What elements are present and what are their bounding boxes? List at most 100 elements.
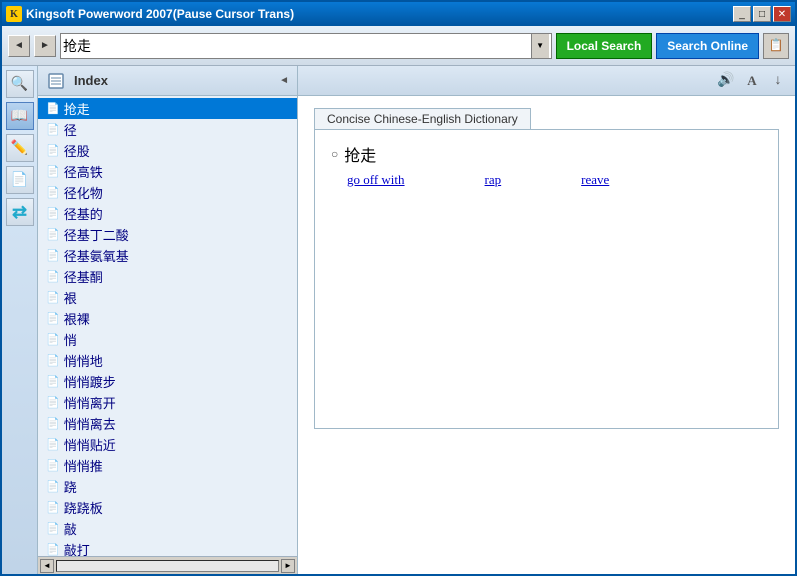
list-item[interactable]: 📄 径高铁 xyxy=(38,161,297,182)
list-item[interactable]: 📄 裉 xyxy=(38,287,297,308)
sidebar-search-button[interactable]: 🔍 xyxy=(6,70,34,98)
list-item[interactable]: 📄 悄悄地 xyxy=(38,350,297,371)
item-doc-icon: 📄 xyxy=(46,123,60,136)
local-search-button[interactable]: Local Search xyxy=(556,33,653,59)
sidebar-arrows-button[interactable]: ⇄ xyxy=(6,198,34,226)
scroll-left-button[interactable]: ◄ xyxy=(40,559,54,573)
nav-back-button[interactable]: ◄ xyxy=(8,35,30,57)
item-doc-icon: 📄 xyxy=(46,312,60,325)
translation-link-1[interactable]: go off with xyxy=(347,172,405,188)
font-icon: A xyxy=(747,73,756,89)
sidebar-book-icon: 📖 xyxy=(11,108,28,125)
close-button[interactable]: ✕ xyxy=(773,6,791,22)
title-bar: K Kingsoft Powerword 2007(Pause Cursor T… xyxy=(2,2,795,26)
sidebar-doc-button[interactable]: 📄 xyxy=(6,166,34,194)
item-doc-icon: 📄 xyxy=(46,438,60,451)
forward-icon: ► xyxy=(40,40,50,51)
title-bar-left: K Kingsoft Powerword 2007(Pause Cursor T… xyxy=(6,6,294,22)
maximize-button[interactable]: □ xyxy=(753,6,771,22)
toolbar: ◄ ► ▼ Local Search Search Online 📋 xyxy=(2,26,795,66)
list-item[interactable]: 📄 径基酮 xyxy=(38,266,297,287)
translation-link-3[interactable]: reave xyxy=(581,172,609,188)
item-text: 跷跷板 xyxy=(64,498,103,517)
index-icon xyxy=(46,71,66,91)
app-icon: K xyxy=(6,6,22,22)
item-text: 径股 xyxy=(64,141,90,160)
list-item[interactable]: 📄 径基丁二酸 xyxy=(38,224,297,245)
list-item[interactable]: 📄 悄悄离去 xyxy=(38,413,297,434)
list-item[interactable]: 📄 径基的 xyxy=(38,203,297,224)
search-input[interactable] xyxy=(63,38,531,54)
list-item[interactable]: 📄 敲打 xyxy=(38,539,297,556)
list-item[interactable]: 📄 悄悄推 xyxy=(38,455,297,476)
font-icon-button[interactable]: A xyxy=(741,70,763,92)
search-wrapper: ▼ xyxy=(60,33,552,59)
dropdown-arrow-icon: ▼ xyxy=(536,41,544,50)
list-item[interactable]: 📄 抢走 xyxy=(38,98,297,119)
list-item[interactable]: 📄 径化物 xyxy=(38,182,297,203)
translation-link-2[interactable]: rap xyxy=(485,172,502,188)
item-text: 径化物 xyxy=(64,183,103,202)
index-title: Index xyxy=(74,73,108,88)
list-item[interactable]: 📄 裉裸 xyxy=(38,308,297,329)
sound-icon-button[interactable]: 🔊 xyxy=(715,70,737,92)
item-text: 悄悄离去 xyxy=(64,414,116,433)
main-content: Concise Chinese-English Dictionary ○ 抢走 … xyxy=(298,96,795,574)
list-item[interactable]: 📄 悄悄贴近 xyxy=(38,434,297,455)
main-panel: 🔊 A ↓ Concise Chinese-English Dictionary… xyxy=(298,66,795,574)
sidebar-bottom-bar: ◄ ► xyxy=(38,556,297,574)
word-heading: ○ 抢走 xyxy=(331,142,762,166)
list-item[interactable]: 📄 跷 xyxy=(38,476,297,497)
content-area: 🔍 📖 ✏️ 📄 ⇄ xyxy=(2,66,795,574)
scroll-right-button[interactable]: ► xyxy=(281,559,295,573)
list-item[interactable]: 📄 敲 xyxy=(38,518,297,539)
item-text: 径基酮 xyxy=(64,267,103,286)
main-window: K Kingsoft Powerword 2007(Pause Cursor T… xyxy=(0,0,797,576)
item-doc-icon: 📄 xyxy=(46,396,60,409)
item-doc-icon: 📄 xyxy=(46,417,60,430)
horizontal-scrollbar[interactable] xyxy=(56,560,279,572)
window-title: Kingsoft Powerword 2007(Pause Cursor Tra… xyxy=(26,7,294,21)
sidebar-book-button[interactable]: 📖 xyxy=(6,102,34,130)
item-text: 敲 xyxy=(64,519,77,538)
list-item[interactable]: 📄 悄 xyxy=(38,329,297,350)
dict-tab[interactable]: Concise Chinese-English Dictionary xyxy=(314,108,531,129)
search-online-button[interactable]: Search Online xyxy=(656,33,759,59)
nav-forward-button[interactable]: ► xyxy=(34,35,56,57)
minimize-button[interactable]: _ xyxy=(733,6,751,22)
item-doc-icon: 📄 xyxy=(46,102,60,115)
item-text: 径基的 xyxy=(64,204,103,223)
item-text: 径基丁二酸 xyxy=(64,225,129,244)
copy-button[interactable]: 📋 xyxy=(763,33,789,59)
list-item[interactable]: 📄 悄悄踱步 xyxy=(38,371,297,392)
item-doc-icon: 📄 xyxy=(46,543,60,556)
list-item[interactable]: 📄 悄悄离开 xyxy=(38,392,297,413)
sidebar-edit-icon: ✏️ xyxy=(11,140,28,157)
list-item[interactable]: 📄 跷跷板 xyxy=(38,497,297,518)
item-doc-icon: 📄 xyxy=(46,144,60,157)
list-item[interactable]: 📄 径 xyxy=(38,119,297,140)
item-doc-icon: 📄 xyxy=(46,270,60,283)
sidebar-collapse-button[interactable]: ◄ xyxy=(279,75,289,86)
dict-content: ○ 抢走 go off with rap reave xyxy=(314,129,779,429)
item-text: 悄悄离开 xyxy=(64,393,116,412)
item-doc-icon: 📄 xyxy=(46,249,60,262)
item-text: 悄悄推 xyxy=(64,456,103,475)
item-doc-icon: 📄 xyxy=(46,375,60,388)
item-text: 悄 xyxy=(64,330,77,349)
item-text: 径 xyxy=(64,120,77,139)
sidebar-search-icon: 🔍 xyxy=(11,76,28,93)
word-text: 抢走 xyxy=(344,142,376,166)
item-text: 径基氨氧基 xyxy=(64,246,129,265)
sidebar-doc-icon: 📄 xyxy=(11,172,28,189)
list-item[interactable]: 📄 径基氨氧基 xyxy=(38,245,297,266)
dropdown-button[interactable]: ▼ xyxy=(531,34,549,58)
sound-icon: 🔊 xyxy=(717,72,734,89)
back-icon: ◄ xyxy=(14,40,24,51)
item-doc-icon: 📄 xyxy=(46,354,60,367)
list-item[interactable]: 📄 径股 xyxy=(38,140,297,161)
sidebar-edit-button[interactable]: ✏️ xyxy=(6,134,34,162)
down-icon-button[interactable]: ↓ xyxy=(767,70,789,92)
item-text: 径高铁 xyxy=(64,162,103,181)
item-text: 敲打 xyxy=(64,540,90,556)
